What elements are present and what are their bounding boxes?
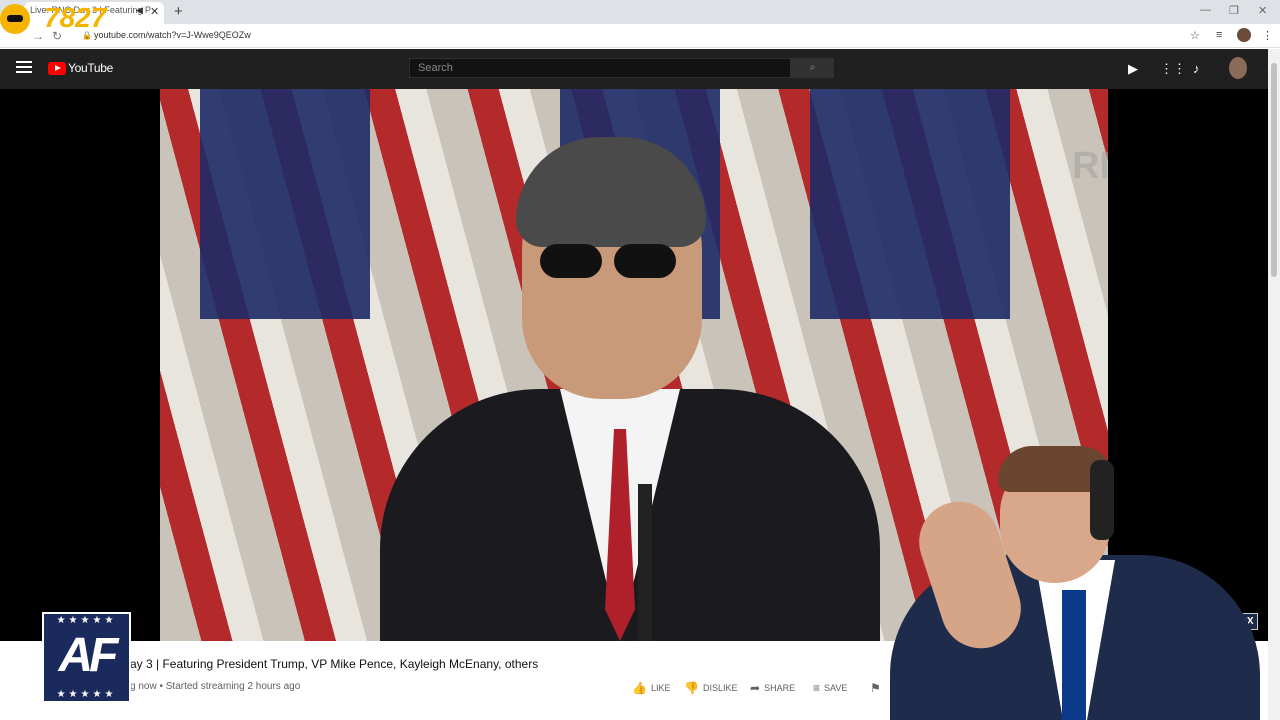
like-button[interactable]: 👍 LIKE xyxy=(632,681,670,695)
af-logo: ★★★★★ AF ★★★★★ xyxy=(42,612,131,703)
user-avatar[interactable] xyxy=(1229,57,1247,79)
video-title: ay 3 | Featuring President Trump, VP Mik… xyxy=(130,657,539,671)
page-scrollbar[interactable] xyxy=(1268,49,1280,720)
search-input[interactable]: Search xyxy=(409,58,791,78)
forward-icon[interactable]: → xyxy=(32,29,44,43)
dislike-button[interactable]: 👎 DISLIKE xyxy=(684,681,737,695)
restore-button[interactable]: ❐ xyxy=(1229,4,1239,17)
streamer-tie xyxy=(1062,590,1086,720)
playlist-icon[interactable]: ≡ xyxy=(1216,29,1222,41)
profile-avatar[interactable] xyxy=(1237,28,1251,42)
flag-button[interactable]: ⚑ xyxy=(870,681,881,695)
browser-tab-bar: Live: RNC Day 3 | Featuring P ◀ ✕ + — ❐ … xyxy=(0,0,1280,24)
flag-canton xyxy=(810,89,1010,319)
video-meta: g now • Started streaming 2 hours ago xyxy=(130,681,301,692)
address-bar-row: → ↻ 🔒 youtube.com/watch?v=J-Wwe9QEOZw ☆ … xyxy=(0,24,1280,48)
flag-icon: ⚑ xyxy=(870,681,881,695)
save-icon: ≡ xyxy=(813,681,821,695)
save-button[interactable]: ≡ SAVE xyxy=(813,681,847,695)
close-window-button[interactable]: ✕ xyxy=(1258,4,1267,17)
tab-close-icon[interactable]: ✕ xyxy=(150,5,159,18)
star-icon[interactable]: ☆ xyxy=(1190,29,1200,42)
new-tab-button[interactable]: + xyxy=(174,3,183,20)
dislike-icon: 👎 xyxy=(684,681,699,695)
apps-icon[interactable]: ⋮⋮ xyxy=(1160,61,1186,77)
af-logo-text: AF xyxy=(58,629,119,682)
sunglasses xyxy=(540,244,690,284)
audio-icon[interactable]: ◀ xyxy=(136,5,143,16)
flag-canton xyxy=(200,89,370,319)
search-icon[interactable]: ⌕ xyxy=(791,58,834,78)
menu-icon[interactable] xyxy=(16,61,32,73)
af-stars: ★★★★★ xyxy=(56,615,117,626)
streamer-webcam xyxy=(890,440,1265,720)
af-stars: ★★★★★ xyxy=(56,689,117,700)
headset xyxy=(1090,460,1114,540)
rnc-watermark: RNC xyxy=(1072,145,1108,187)
share-icon: ➦ xyxy=(750,681,761,695)
bell-icon[interactable]: ♪ xyxy=(1193,61,1200,76)
scroll-thumb[interactable] xyxy=(1271,63,1277,277)
youtube-logo-text: YouTube xyxy=(68,61,114,75)
youtube-play-icon xyxy=(48,61,66,75)
minimize-button[interactable]: — xyxy=(1200,4,1211,16)
microphone xyxy=(638,484,652,641)
camera-icon[interactable]: ▶ xyxy=(1128,61,1138,77)
stream-mascot-icon xyxy=(0,4,30,34)
share-button[interactable]: ➦ SHARE xyxy=(750,681,795,695)
viewer-count: 7827 xyxy=(44,2,107,33)
browser-menu-icon[interactable]: ⋮ xyxy=(1262,29,1273,42)
youtube-header: YouTube Search ⌕ ▶ ⋮⋮ ♪ xyxy=(0,49,1268,89)
url-input[interactable]: youtube.com/watch?v=J-Wwe9QEOZw xyxy=(82,28,1182,44)
youtube-logo[interactable]: YouTube xyxy=(48,61,113,75)
like-icon: 👍 xyxy=(632,681,647,695)
